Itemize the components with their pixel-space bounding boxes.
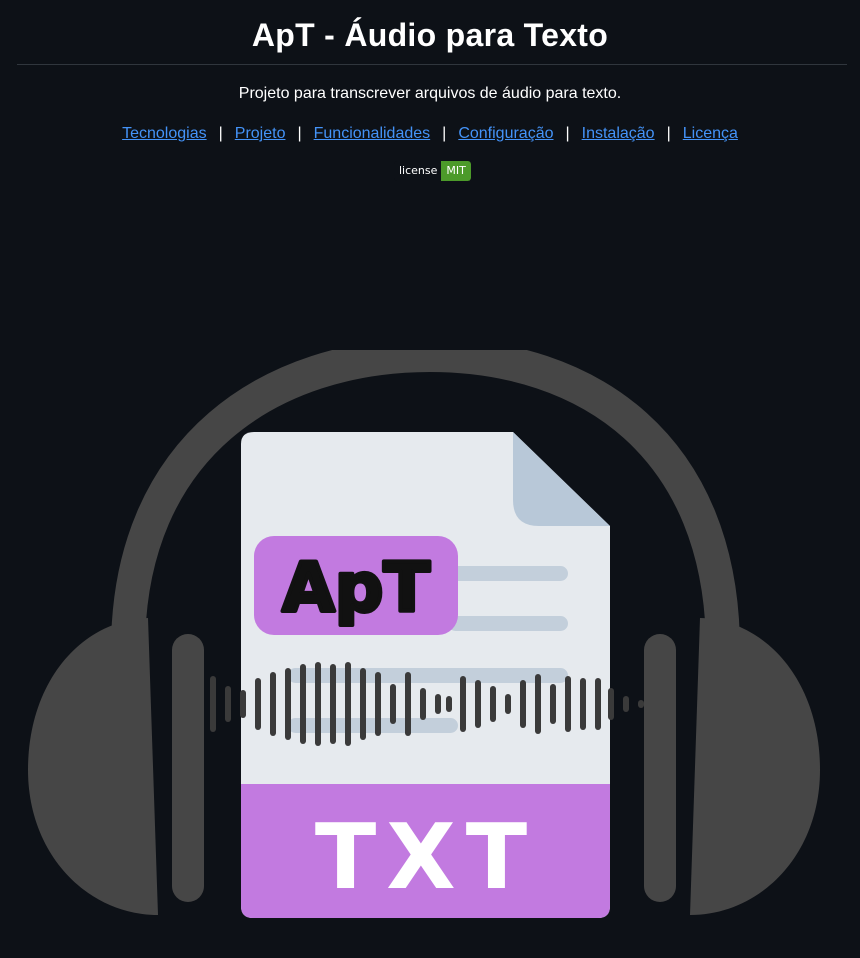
waveform-bar: [375, 672, 381, 736]
nav-link-configuracao[interactable]: Configuração: [458, 125, 553, 142]
waveform-bar: [623, 696, 629, 712]
waveform-bar: [446, 696, 452, 712]
waveform-bar: [300, 664, 306, 744]
waveform-bar: [638, 700, 644, 708]
waveform-bar: [580, 678, 586, 730]
right-earcup-shape: [690, 618, 820, 915]
right-pad-shape: [644, 634, 676, 902]
waveform-bar: [345, 662, 351, 746]
page-title: ApT - Áudio para Texto: [251, 17, 609, 53]
waveform-bar: [360, 668, 366, 740]
waveform-bar: [240, 690, 246, 718]
nav-link-licenca[interactable]: Licença: [683, 125, 738, 142]
waveform-bar: [505, 694, 511, 714]
waveform-bar: [435, 694, 441, 714]
license-badge[interactable]: license MIT: [394, 161, 471, 181]
section-nav: Tecnologias | Projeto | Funcionalidades | Conf…: [0, 123, 860, 145]
nav-separator: |: [442, 125, 447, 142]
nav-link-instalacao[interactable]: Instalação: [582, 125, 655, 142]
headphones-document-icon: ApT TXT: [28, 350, 820, 918]
nav-separator: |: [297, 125, 302, 142]
txt-label-text: TXT: [315, 805, 537, 910]
document-line: [288, 718, 458, 733]
nav-separator: |: [565, 125, 570, 142]
waveform-bar: [520, 680, 526, 728]
project-description: Projeto para transcrever arquivos de áud…: [238, 85, 622, 102]
waveform-bar: [285, 668, 291, 740]
waveform-bar: [210, 676, 216, 732]
waveform-bar: [330, 664, 336, 744]
left-pad-shape: [172, 634, 204, 902]
waveform-bar: [405, 672, 411, 736]
waveform-bar: [595, 678, 601, 730]
document-line: [448, 566, 568, 581]
nav-link-funcionalidades[interactable]: Funcionalidades: [314, 125, 431, 142]
nav-link-projeto[interactable]: Projeto: [235, 125, 286, 142]
document-fold-shape: [513, 432, 610, 526]
waveform-bar: [460, 676, 466, 732]
waveform-bar: [390, 684, 396, 724]
title-divider: [17, 64, 847, 65]
left-earcup-shape: [28, 618, 158, 915]
waveform-bar: [535, 674, 541, 734]
nav-separator: |: [666, 125, 671, 142]
waveform-bar: [420, 688, 426, 720]
waveform-bar: [565, 676, 571, 732]
waveform-bar: [225, 686, 231, 722]
license-badge-value: MIT: [441, 161, 471, 181]
waveform-bar: [270, 672, 276, 736]
waveform-bar: [550, 684, 556, 724]
waveform-bar: [475, 680, 481, 728]
waveform-bar: [255, 678, 261, 730]
waveform-bar: [608, 688, 614, 720]
waveform-bar: [315, 662, 321, 746]
waveform-bar: [490, 686, 496, 722]
document-line: [448, 616, 568, 631]
license-badge-label: license: [394, 161, 442, 181]
readme-page: ApT - Áudio para Texto Projeto para tran…: [0, 0, 860, 958]
nav-separator: |: [218, 125, 223, 142]
apt-label-text: ApT: [282, 549, 430, 628]
nav-link-tecnologias[interactable]: Tecnologias: [122, 125, 207, 142]
